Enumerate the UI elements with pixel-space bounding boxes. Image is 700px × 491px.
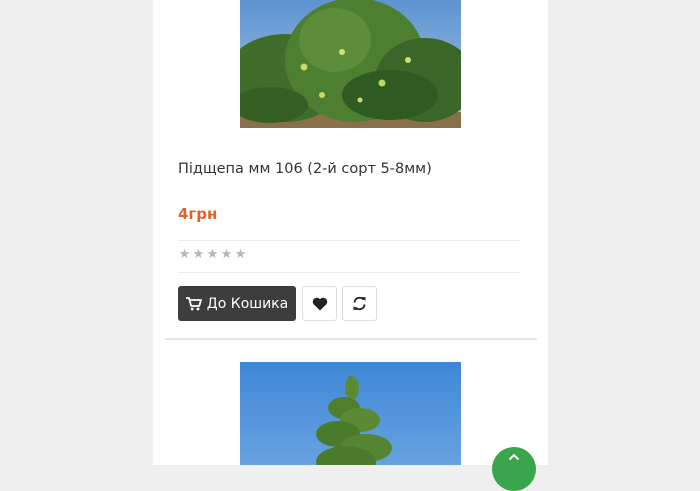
apple-tree-photo: [240, 0, 461, 128]
add-to-compare-button[interactable]: [342, 286, 377, 321]
add-to-cart-label: До Кошика: [206, 295, 289, 312]
product-title[interactable]: Підщепа мм 106 (2-й сорт 5-8мм): [178, 159, 528, 179]
card-separator: [165, 338, 537, 340]
add-to-wishlist-button[interactable]: [302, 286, 337, 321]
product-image[interactable]: [240, 362, 461, 465]
add-to-cart-button[interactable]: До Кошика: [178, 286, 296, 321]
star-icon: ★: [220, 247, 233, 262]
rating-stars: ★ ★ ★ ★ ★: [178, 248, 247, 262]
chevron-up-icon: [508, 453, 520, 461]
shopping-cart-icon: [185, 296, 202, 310]
divider: [178, 240, 521, 241]
star-icon: ★: [178, 247, 191, 262]
star-icon: ★: [192, 247, 205, 262]
sapling-photo: [240, 362, 461, 465]
star-icon: ★: [234, 247, 247, 262]
product-list: Підщепа мм 106 (2-й сорт 5-8мм) 4грн ★ ★…: [153, 0, 548, 465]
refresh-icon: [353, 296, 366, 311]
heart-icon: [312, 297, 327, 310]
product-price: 4грн: [178, 205, 218, 223]
product-image[interactable]: [240, 0, 461, 128]
divider: [178, 272, 521, 273]
star-icon: ★: [206, 247, 219, 262]
scroll-to-top-button[interactable]: [492, 447, 536, 491]
